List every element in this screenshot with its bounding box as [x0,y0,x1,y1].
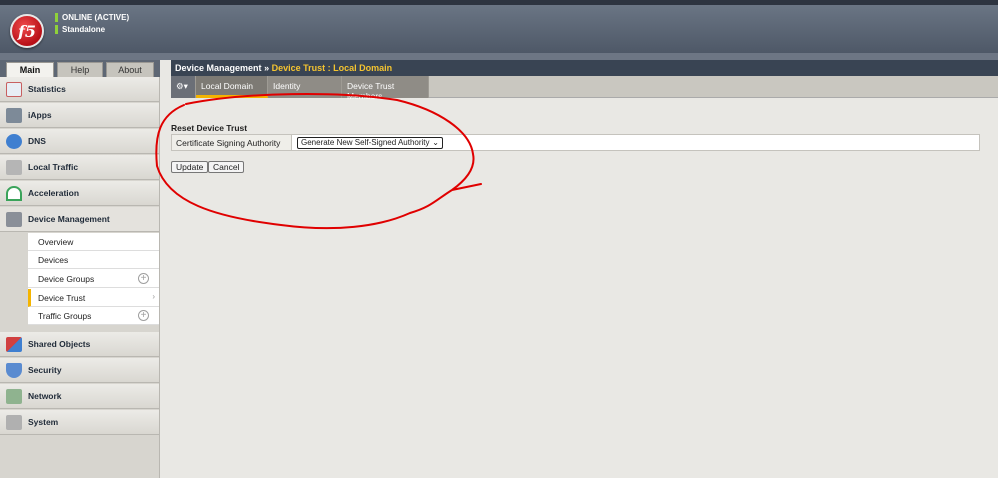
annotation-circle [155,93,482,230]
annotation-stroke [155,93,482,230]
